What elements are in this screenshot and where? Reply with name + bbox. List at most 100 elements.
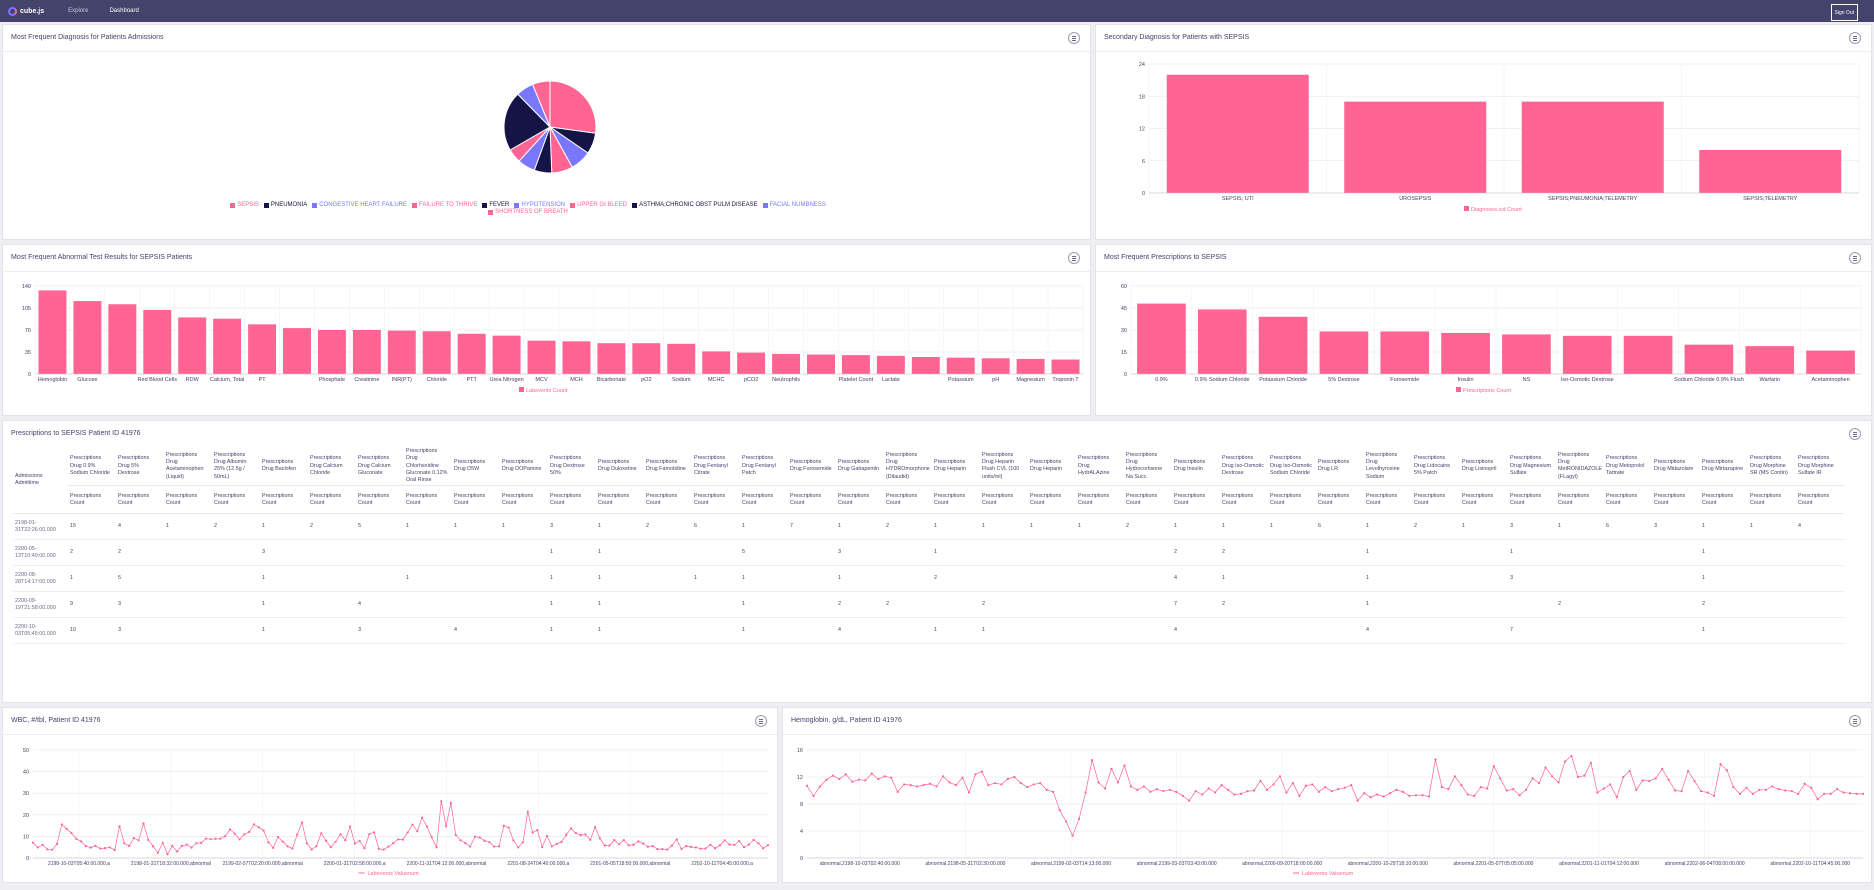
x-tick-label: 2199-02-07T02:20:00.000,abnormal	[223, 861, 303, 867]
data-point	[1512, 788, 1515, 791]
x-tick-label: 2198-01-31T18:32:00.000,abnormal	[131, 861, 211, 867]
column-header-cell[interactable]: Prescriptions Drug Midazolam	[1652, 447, 1701, 487]
column-header-cell[interactable]: Prescriptions Drug Magnesium Sulfate	[1508, 447, 1556, 487]
column-header-cell[interactable]: Prescriptions Drug Hydrocortisone Na Suc…	[1124, 447, 1172, 487]
bar	[981, 358, 1010, 374]
column-header-cell[interactable]: Prescriptions Drug Levothyroxine Sodium	[1364, 447, 1412, 487]
column-header-cell[interactable]: Prescriptions Drug Famotidine	[644, 447, 692, 487]
count-cell: 2	[1220, 539, 1268, 567]
column-header-cell[interactable]: Prescriptions Drug Calcium Gluconate	[356, 447, 404, 487]
y-tick-label: 40	[23, 770, 29, 776]
nav-link-dashboard[interactable]: Dashboard	[109, 8, 138, 14]
data-point	[502, 824, 505, 827]
x-tick-label: abnormal,2201-11-01T04:12:00.000	[1559, 861, 1639, 867]
column-header-cell[interactable]: Prescriptions Drug Fentanyl Citrate	[692, 447, 740, 487]
data-point	[243, 833, 246, 836]
legend-item[interactable]: SEPSIS	[230, 202, 259, 208]
card-menu-icon[interactable]	[1068, 252, 1080, 264]
column-header-cell[interactable]: Prescriptions Drug Dextrose 50%	[548, 447, 596, 487]
card-menu-icon[interactable]	[755, 715, 767, 727]
legend-item[interactable]: FACIAL NUMBNESS	[762, 202, 826, 208]
column-header-cell[interactable]: Prescriptions Drug HYDROmorphone (Dilaud…	[884, 447, 932, 487]
legend-label: SEPSIS	[237, 202, 259, 208]
legend-item[interactable]: UPPER GI BLEED	[570, 202, 627, 208]
column-header-cell[interactable]: Prescriptions Drug Chlorhexidine Glucona…	[404, 447, 452, 487]
column-header-cell[interactable]: Prescriptions Drug Insulin	[1172, 447, 1220, 487]
data-point	[967, 791, 971, 794]
card-menu-icon[interactable]	[1849, 715, 1861, 727]
data-point	[598, 837, 601, 840]
measure-header-cell: Prescriptions Count	[212, 485, 260, 515]
data-point	[909, 784, 912, 787]
card-menu-icon[interactable]	[1849, 252, 1861, 264]
column-header-cell[interactable]: Prescriptions Drug Baclofen	[260, 447, 308, 487]
column-header-cell[interactable]: Prescriptions Drug DOPamine	[500, 447, 548, 487]
data-point	[1363, 792, 1366, 795]
data-point	[916, 785, 919, 788]
count-cell: 1	[1700, 513, 1749, 541]
data-point	[291, 847, 294, 850]
nav-link-explore[interactable]: Explore	[68, 8, 88, 14]
column-header-cell[interactable]: Prescriptions Drug Lisinopril	[1460, 447, 1508, 487]
column-header-cell[interactable]: Prescriptions Drug Duloxetine	[596, 447, 644, 487]
legend-item[interactable]: PNEUMONIA	[263, 202, 307, 208]
count-cell	[1268, 617, 1316, 645]
data-point	[46, 848, 49, 851]
card-menu-icon[interactable]	[1068, 32, 1080, 44]
count-cell: 1	[1076, 513, 1124, 541]
legend-item[interactable]: FEVER	[482, 202, 509, 208]
column-header-cell[interactable]: Prescriptions Drug 5% Dextrose	[116, 447, 164, 487]
column-header-cell[interactable]: Prescriptions Drug MetRONIDAZOLE (FLagyl…	[1556, 447, 1605, 487]
column-header-cell[interactable]: Prescriptions Drug Furosemide	[788, 447, 836, 487]
column-header-cell[interactable]: Prescriptions Drug Morphine Sulfate IR	[1796, 447, 1845, 487]
card-menu-icon[interactable]	[1849, 428, 1861, 440]
legend-item[interactable]: HYPOTENSION	[514, 202, 565, 208]
data-point	[84, 845, 87, 848]
column-header-cell[interactable]: Prescriptions Drug HydrALAzine	[1076, 447, 1124, 487]
data-point	[353, 842, 356, 845]
column-header-cell[interactable]: Prescriptions Drug Mirtazapine	[1700, 447, 1749, 487]
column-header-cell[interactable]: Prescriptions Drug Iso-Osmotic Sodium Ch…	[1268, 447, 1316, 487]
legend-item[interactable]: SHORTNESS OF BREATH	[488, 209, 568, 215]
x-tick-label: abnormal,2199-03-03T03:43:00.000	[1137, 861, 1217, 867]
column-header-cell[interactable]: Prescriptions Drug Heparin Flush CVL (10…	[980, 447, 1028, 487]
data-point	[1214, 791, 1217, 794]
legend-item[interactable]: ASTHMA;CHRONIC OBST PULM DISEASE	[632, 202, 758, 208]
column-header-cell[interactable]: Prescriptions Drug D5W	[452, 447, 500, 487]
column-header-cell[interactable]: Prescriptions Drug LR	[1316, 447, 1364, 487]
count-cell: 1	[1364, 539, 1412, 567]
data-point	[161, 841, 164, 844]
column-header-cell[interactable]: Prescriptions Drug 0.9% Sodium Chloride	[68, 447, 116, 487]
column-header-cell[interactable]: Prescriptions Drug Metoprolol Tartrate	[1604, 447, 1653, 487]
count-cell: 1	[1220, 513, 1268, 541]
x-tick-label: Iso-Osmotic Dextrose	[1561, 377, 1614, 383]
column-header-cell[interactable]: Prescriptions Drug Iso-Osmotic Dextrose	[1220, 447, 1268, 487]
column-header-cell[interactable]: Prescriptions Drug Acetaminophen (Liquid…	[164, 447, 212, 487]
legend-item[interactable]: FAILURE TO THRIVE	[412, 202, 477, 208]
column-header-cell[interactable]: Prescriptions Drug Calcium Chloride	[308, 447, 356, 487]
count-cell: 1	[740, 513, 788, 541]
sign-out-button[interactable]: Sign Out	[1830, 4, 1858, 21]
measure-header-cell: Prescriptions Count	[1460, 485, 1508, 515]
data-point	[890, 776, 893, 779]
x-tick-label: abnormal,2200-10-29T18:10:00.000	[1348, 861, 1428, 867]
data-point	[661, 848, 664, 851]
bar	[1441, 332, 1490, 374]
column-header-cell[interactable]: Prescriptions Drug Fentanyl Patch	[740, 447, 788, 487]
data-point	[844, 773, 847, 776]
column-header-cell[interactable]: Prescriptions Drug Morphine SR (MS Conti…	[1748, 447, 1797, 487]
column-header-cell[interactable]: Prescriptions Drug Albumin 25% (12.5g / …	[212, 447, 260, 487]
row-header-cell[interactable]: Admissions Admittime	[13, 447, 68, 515]
data-point	[137, 839, 140, 842]
column-header-cell[interactable]: Prescriptions Drug Heparin	[1028, 447, 1076, 487]
card-menu-icon[interactable]	[1849, 32, 1861, 44]
column-header-cell[interactable]: Prescriptions Drug Gabapentin	[836, 447, 884, 487]
data-point	[469, 845, 472, 848]
column-header-cell[interactable]: Prescriptions Drug Lidocaine 5% Patch	[1412, 447, 1460, 487]
legend-item[interactable]: CONGESTIVE HEART FAILURE	[312, 202, 407, 208]
data-point	[1790, 790, 1793, 793]
measure-header-cell: Prescriptions Count	[1796, 485, 1845, 515]
cubejs-logo[interactable]: cube.js	[8, 6, 44, 16]
column-header-cell[interactable]: Prescriptions Drug Heparin	[932, 447, 980, 487]
data-point	[1408, 794, 1411, 797]
